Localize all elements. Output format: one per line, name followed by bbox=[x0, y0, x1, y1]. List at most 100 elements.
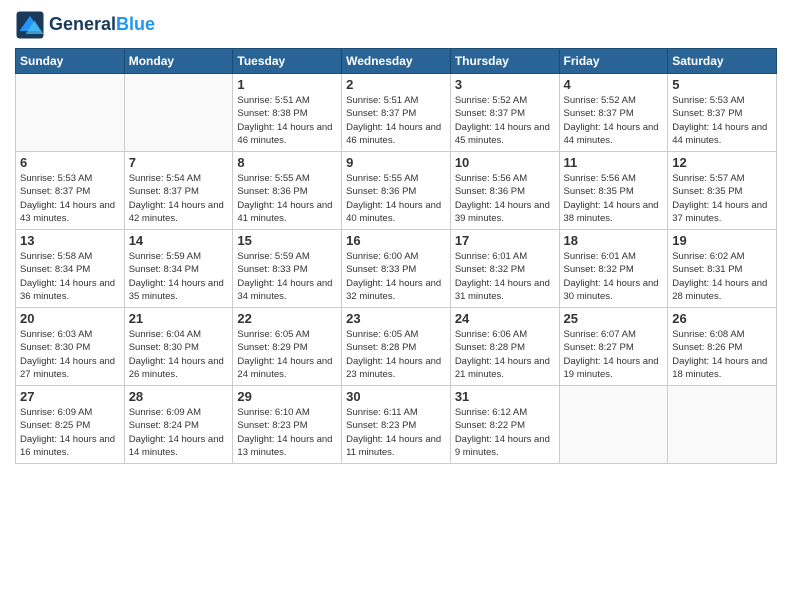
day-number: 15 bbox=[237, 233, 337, 248]
calendar-cell: 8 Sunrise: 5:55 AM Sunset: 8:36 PM Daylig… bbox=[233, 152, 342, 230]
day-number: 19 bbox=[672, 233, 772, 248]
calendar-cell: 23Sunrise: 6:05 AM Sunset: 8:28 PM Dayli… bbox=[342, 308, 451, 386]
day-info: Sunrise: 5:56 AM Sunset: 8:35 PM Dayligh… bbox=[564, 172, 664, 225]
weekday-header-row: SundayMondayTuesdayWednesdayThursdayFrid… bbox=[16, 49, 777, 74]
calendar-cell: 6Sunrise: 5:53 AM Sunset: 8:37 PM Daylig… bbox=[16, 152, 125, 230]
day-info: Sunrise: 5:56 AM Sunset: 8:36 PM Dayligh… bbox=[455, 172, 555, 225]
day-number: 17 bbox=[455, 233, 555, 248]
calendar-cell: 17 Sunrise: 6:01 AM Sunset: 8:32 PM Dayli… bbox=[450, 230, 559, 308]
day-number: 10 bbox=[455, 155, 555, 170]
weekday-header-wednesday: Wednesday bbox=[342, 49, 451, 74]
day-number: 23 bbox=[346, 311, 446, 326]
calendar-cell: 27Sunrise: 6:09 AM Sunset: 8:25 PM Dayli… bbox=[16, 386, 125, 464]
day-number: 12 bbox=[672, 155, 772, 170]
day-info: Sunrise: 5:53 AM Sunset: 8:37 PM Dayligh… bbox=[672, 94, 772, 147]
calendar-cell: 3 Sunrise: 5:52 AM Sunset: 8:37 PM Daylig… bbox=[450, 74, 559, 152]
day-number: 3 bbox=[455, 77, 555, 92]
day-number: 14 bbox=[129, 233, 229, 248]
day-info: Sunrise: 5:51 AM Sunset: 8:38 PM Dayligh… bbox=[237, 94, 337, 147]
day-info: Sunrise: 6:01 AM Sunset: 8:32 PM Dayligh… bbox=[564, 250, 664, 303]
day-number: 8 bbox=[237, 155, 337, 170]
calendar-cell: 5 Sunrise: 5:53 AM Sunset: 8:37 PM Daylig… bbox=[668, 74, 777, 152]
calendar-cell: 22 Sunrise: 6:05 AM Sunset: 8:29 PM Dayli… bbox=[233, 308, 342, 386]
calendar-cell: 31 Sunrise: 6:12 AM Sunset: 8:22 PM Dayli… bbox=[450, 386, 559, 464]
calendar-cell: 30 Sunrise: 6:11 AM Sunset: 8:23 PM Dayli… bbox=[342, 386, 451, 464]
calendar-cell: 29Sunrise: 6:10 AM Sunset: 8:23 PM Dayli… bbox=[233, 386, 342, 464]
calendar-cell: 24Sunrise: 6:06 AM Sunset: 8:28 PM Dayli… bbox=[450, 308, 559, 386]
day-info: Sunrise: 6:08 AM Sunset: 8:26 PM Dayligh… bbox=[672, 328, 772, 381]
calendar-cell: 10 Sunrise: 5:56 AM Sunset: 8:36 PM Dayli… bbox=[450, 152, 559, 230]
calendar-week-row: 20 Sunrise: 6:03 AM Sunset: 8:30 PM Dayli… bbox=[16, 308, 777, 386]
calendar-cell: 16Sunrise: 6:00 AM Sunset: 8:33 PM Dayli… bbox=[342, 230, 451, 308]
calendar-week-row: 6Sunrise: 5:53 AM Sunset: 8:37 PM Daylig… bbox=[16, 152, 777, 230]
calendar-cell: 25 Sunrise: 6:07 AM Sunset: 8:27 PM Dayli… bbox=[559, 308, 668, 386]
day-number: 31 bbox=[455, 389, 555, 404]
day-info: Sunrise: 5:51 AM Sunset: 8:37 PM Dayligh… bbox=[346, 94, 446, 147]
weekday-header-saturday: Saturday bbox=[668, 49, 777, 74]
logo-text: GeneralBlue bbox=[49, 15, 155, 35]
calendar-cell: 2Sunrise: 5:51 AM Sunset: 8:37 PM Daylig… bbox=[342, 74, 451, 152]
calendar-cell: 4Sunrise: 5:52 AM Sunset: 8:37 PM Daylig… bbox=[559, 74, 668, 152]
day-info: Sunrise: 6:00 AM Sunset: 8:33 PM Dayligh… bbox=[346, 250, 446, 303]
day-info: Sunrise: 6:05 AM Sunset: 8:29 PM Dayligh… bbox=[237, 328, 337, 381]
calendar-cell bbox=[668, 386, 777, 464]
day-info: Sunrise: 6:11 AM Sunset: 8:23 PM Dayligh… bbox=[346, 406, 446, 459]
day-info: Sunrise: 5:59 AM Sunset: 8:33 PM Dayligh… bbox=[237, 250, 337, 303]
day-number: 26 bbox=[672, 311, 772, 326]
day-info: Sunrise: 5:59 AM Sunset: 8:34 PM Dayligh… bbox=[129, 250, 229, 303]
day-number: 4 bbox=[564, 77, 664, 92]
day-info: Sunrise: 6:03 AM Sunset: 8:30 PM Dayligh… bbox=[20, 328, 120, 381]
weekday-header-tuesday: Tuesday bbox=[233, 49, 342, 74]
calendar-cell bbox=[124, 74, 233, 152]
day-info: Sunrise: 6:09 AM Sunset: 8:24 PM Dayligh… bbox=[129, 406, 229, 459]
header: GeneralBlue bbox=[15, 10, 777, 40]
calendar-cell: 13 Sunrise: 5:58 AM Sunset: 8:34 PM Dayli… bbox=[16, 230, 125, 308]
day-number: 7 bbox=[129, 155, 229, 170]
day-number: 28 bbox=[129, 389, 229, 404]
calendar-cell bbox=[16, 74, 125, 152]
day-info: Sunrise: 5:55 AM Sunset: 8:36 PM Dayligh… bbox=[346, 172, 446, 225]
calendar-cell: 28 Sunrise: 6:09 AM Sunset: 8:24 PM Dayli… bbox=[124, 386, 233, 464]
day-info: Sunrise: 6:12 AM Sunset: 8:22 PM Dayligh… bbox=[455, 406, 555, 459]
weekday-header-monday: Monday bbox=[124, 49, 233, 74]
day-number: 20 bbox=[20, 311, 120, 326]
day-number: 27 bbox=[20, 389, 120, 404]
day-info: Sunrise: 6:01 AM Sunset: 8:32 PM Dayligh… bbox=[455, 250, 555, 303]
day-number: 9 bbox=[346, 155, 446, 170]
calendar-cell: 19Sunrise: 6:02 AM Sunset: 8:31 PM Dayli… bbox=[668, 230, 777, 308]
calendar-cell: 20 Sunrise: 6:03 AM Sunset: 8:30 PM Dayli… bbox=[16, 308, 125, 386]
day-info: Sunrise: 6:07 AM Sunset: 8:27 PM Dayligh… bbox=[564, 328, 664, 381]
day-number: 18 bbox=[564, 233, 664, 248]
day-info: Sunrise: 5:54 AM Sunset: 8:37 PM Dayligh… bbox=[129, 172, 229, 225]
day-number: 22 bbox=[237, 311, 337, 326]
day-number: 24 bbox=[455, 311, 555, 326]
day-number: 13 bbox=[20, 233, 120, 248]
day-number: 21 bbox=[129, 311, 229, 326]
day-info: Sunrise: 5:58 AM Sunset: 8:34 PM Dayligh… bbox=[20, 250, 120, 303]
day-number: 30 bbox=[346, 389, 446, 404]
calendar-cell: 15 Sunrise: 5:59 AM Sunset: 8:33 PM Dayli… bbox=[233, 230, 342, 308]
calendar-cell: 18 Sunrise: 6:01 AM Sunset: 8:32 PM Dayli… bbox=[559, 230, 668, 308]
calendar-cell: 1Sunrise: 5:51 AM Sunset: 8:38 PM Daylig… bbox=[233, 74, 342, 152]
day-info: Sunrise: 5:52 AM Sunset: 8:37 PM Dayligh… bbox=[455, 94, 555, 147]
day-number: 5 bbox=[672, 77, 772, 92]
calendar-cell bbox=[559, 386, 668, 464]
day-info: Sunrise: 5:57 AM Sunset: 8:35 PM Dayligh… bbox=[672, 172, 772, 225]
calendar-table: SundayMondayTuesdayWednesdayThursdayFrid… bbox=[15, 48, 777, 464]
logo: GeneralBlue bbox=[15, 10, 155, 40]
day-number: 25 bbox=[564, 311, 664, 326]
weekday-header-thursday: Thursday bbox=[450, 49, 559, 74]
calendar-cell: 21Sunrise: 6:04 AM Sunset: 8:30 PM Dayli… bbox=[124, 308, 233, 386]
day-info: Sunrise: 5:55 AM Sunset: 8:36 PM Dayligh… bbox=[237, 172, 337, 225]
day-number: 11 bbox=[564, 155, 664, 170]
weekday-header-friday: Friday bbox=[559, 49, 668, 74]
calendar-cell: 7 Sunrise: 5:54 AM Sunset: 8:37 PM Daylig… bbox=[124, 152, 233, 230]
logo-icon bbox=[15, 10, 45, 40]
day-info: Sunrise: 5:53 AM Sunset: 8:37 PM Dayligh… bbox=[20, 172, 120, 225]
calendar-week-row: 13 Sunrise: 5:58 AM Sunset: 8:34 PM Dayli… bbox=[16, 230, 777, 308]
page-container: GeneralBlue SundayMondayTuesdayWednesday… bbox=[0, 0, 792, 474]
weekday-header-sunday: Sunday bbox=[16, 49, 125, 74]
calendar-cell: 26 Sunrise: 6:08 AM Sunset: 8:26 PM Dayli… bbox=[668, 308, 777, 386]
calendar-week-row: 1Sunrise: 5:51 AM Sunset: 8:38 PM Daylig… bbox=[16, 74, 777, 152]
calendar-cell: 9 Sunrise: 5:55 AM Sunset: 8:36 PM Daylig… bbox=[342, 152, 451, 230]
